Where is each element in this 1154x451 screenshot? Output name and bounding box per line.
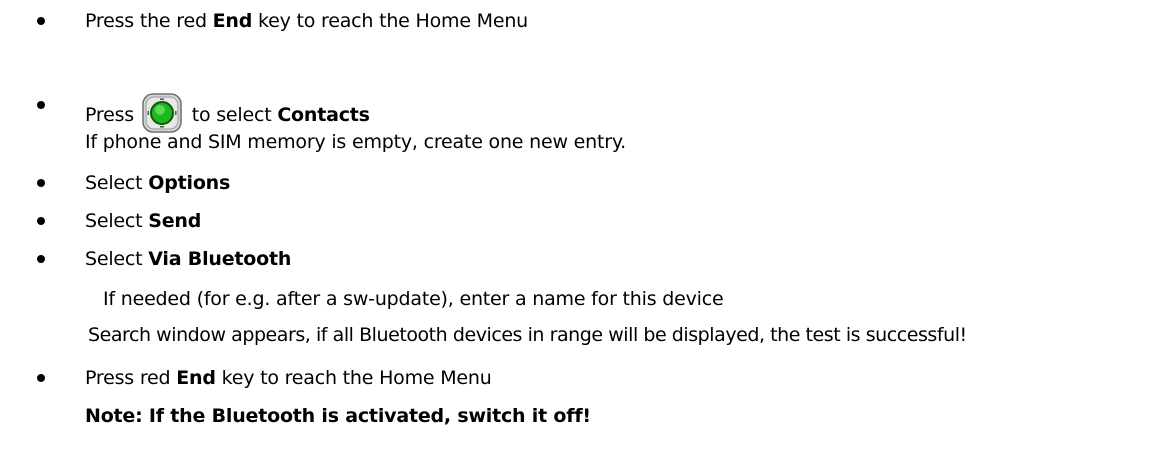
step-text: key to reach the Home Menu <box>215 367 492 389</box>
step-text: If phone and SIM memory is empty, create… <box>85 131 627 153</box>
key-name: End <box>212 10 253 32</box>
step-text: Press red <box>85 367 177 389</box>
green-navigation-key-icon <box>142 93 182 133</box>
step-press-end-again: Press red End key to reach the Home Menu <box>31 366 492 390</box>
instruction-document: Press the red End key to reach the Home … <box>0 0 1154 451</box>
menu-name: Options <box>148 172 231 194</box>
step-text: Select <box>85 248 149 270</box>
menu-name: Send <box>148 210 202 232</box>
step-select-contacts: Press to select Contacts <box>31 93 370 133</box>
key-name: End <box>176 367 216 389</box>
step-select-via-bluetooth: Select Via Bluetooth <box>31 247 291 271</box>
bullet <box>37 17 45 25</box>
bullet <box>37 255 45 263</box>
step-text: to select <box>185 104 278 126</box>
step-select-options: Select Options <box>31 171 230 195</box>
step-text: key to reach the Home Menu <box>252 10 529 32</box>
step-note-empty-memory: If phone and SIM memory is empty, create… <box>85 130 626 154</box>
step-note-device-name: If needed (for e.g. after a sw-update), … <box>103 287 724 311</box>
menu-name: Via Bluetooth <box>148 248 292 270</box>
menu-name: Contacts <box>277 104 370 126</box>
step-text: Search window appears, if all Bluetooth … <box>88 324 967 346</box>
step-note-search-window: Search window appears, if all Bluetooth … <box>88 323 967 347</box>
step-text: Select <box>85 210 149 232</box>
bluetooth-off-note: Note: If the Bluetooth is activated, swi… <box>85 404 591 428</box>
step-select-send: Select Send <box>31 209 201 233</box>
bullet <box>37 217 45 225</box>
note-text: Note: If the Bluetooth is activated, swi… <box>85 405 591 427</box>
step-press-end: Press the red End key to reach the Home … <box>31 9 528 33</box>
step-text: Press <box>85 104 140 126</box>
bullet <box>37 101 45 109</box>
step-text: If needed (for e.g. after a sw-update), … <box>103 288 724 310</box>
bullet <box>37 374 45 382</box>
step-text: Press the red <box>85 10 213 32</box>
bullet <box>37 179 45 187</box>
step-text: Select <box>85 172 149 194</box>
